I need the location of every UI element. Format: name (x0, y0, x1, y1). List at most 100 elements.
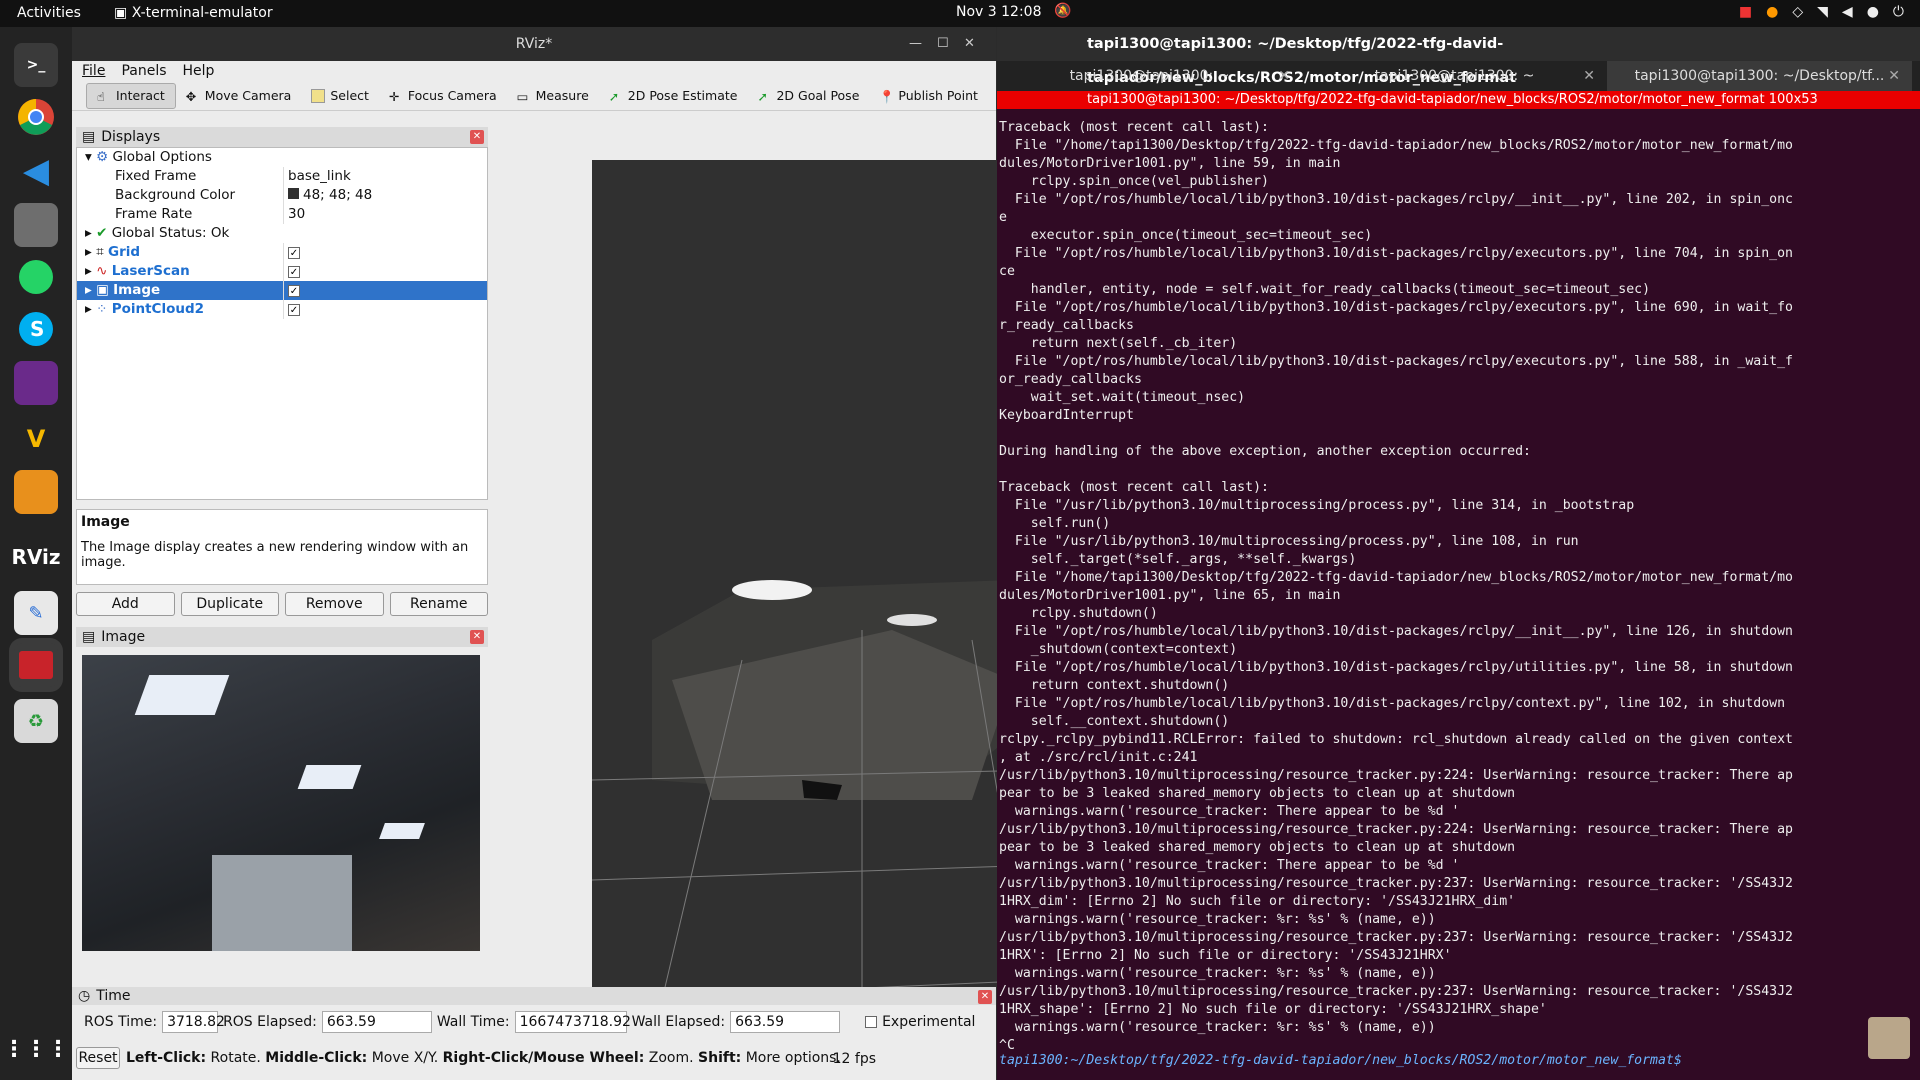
tree-row[interactable]: ▸ ⌗ Grid ✓ (77, 243, 487, 262)
tool-2d-goal-pose[interactable]: ➚ 2D Goal Pose (747, 83, 869, 109)
activities-button[interactable]: Activities (17, 5, 81, 21)
video-editor-icon[interactable] (14, 361, 58, 405)
time-panel-header: ◷ Time ✕ (72, 987, 996, 1005)
tool-2d-pose-estimate[interactable]: ➚ 2D Pose Estimate (599, 83, 748, 109)
mic-icon: ● (1866, 4, 1879, 20)
duplicate-button[interactable]: Duplicate (180, 592, 279, 616)
terminal-tab-active[interactable]: tapi1300@tapi1300: ~/Desktop/tf... ✕ (1607, 61, 1912, 91)
ros-time-field[interactable]: 3718.82 (162, 1011, 225, 1033)
rviz-titlebar[interactable]: RViz* — ☐ ✕ (72, 27, 996, 61)
hand-icon: ☝ (97, 88, 105, 104)
terminal-tab[interactable]: tapi1300@tapi1300: ~ ✕ (1302, 61, 1607, 91)
whatsapp-icon[interactable] (14, 255, 58, 299)
wall-time-field[interactable]: 1667473718.92 (514, 1011, 631, 1033)
experimental-checkbox[interactable] (865, 1016, 878, 1028)
text-editor-icon[interactable]: ✎ (14, 591, 58, 635)
tree-row[interactable]: ▾ ⚙ Global Options (77, 148, 487, 167)
tool-focus-camera[interactable]: ✛ Focus Camera (379, 83, 507, 109)
grid-checkbox[interactable]: ✓ (288, 247, 300, 259)
tool-measure[interactable]: ▭ Measure (507, 83, 599, 109)
tree-row[interactable]: ▸ ⁘ PointCloud2 ✓ (77, 300, 487, 319)
camera-icon: ■ (1738, 4, 1753, 20)
terminal-launcher-icon[interactable]: >_ (14, 43, 58, 87)
3d-viewport[interactable] (592, 160, 1044, 1000)
pin-icon: 📍 (879, 88, 895, 104)
tab-close-icon[interactable]: ✕ (1583, 61, 1595, 91)
help-hint: Left-Click: Rotate. Middle-Click: Move X… (126, 1050, 841, 1066)
tool-move-camera[interactable]: ✥ Move Camera (176, 83, 302, 109)
remove-button[interactable]: Remove (285, 592, 384, 616)
tree-row[interactable]: Frame Rate 30 (77, 205, 487, 224)
terminal-tabs: tapi1300@tapi1300: ~ ✕ tapi1300@tapi1300… (997, 61, 1920, 91)
tab-close-icon[interactable]: ✕ (1278, 61, 1290, 91)
menu-file[interactable]: File (82, 61, 105, 81)
tree-row-selected[interactable]: ▸ ▣ Image ✓ (77, 281, 487, 300)
time-fields: ROS Time: 3718.82 ROS Elapsed: 663.59 Wa… (84, 1011, 975, 1033)
displays-tree: ▾ ⚙ Global Options Fixed Frame base_link … (76, 147, 488, 500)
tool-interact[interactable]: ☝ Interact (86, 82, 176, 109)
menu-help[interactable]: Help (183, 61, 215, 81)
tree-row[interactable]: Fixed Frame base_link (77, 167, 487, 186)
image-checkbox[interactable]: ✓ (288, 285, 300, 297)
terminal-output[interactable]: Traceback (most recent call last): File … (999, 119, 1899, 1055)
display-buttons: Add Duplicate Remove Rename (76, 592, 488, 616)
tab-close-icon[interactable]: ✕ (1888, 61, 1900, 91)
rviz-title: RViz* (515, 36, 553, 52)
clock[interactable]: Nov 3 12:08 (956, 4, 1041, 20)
notification-muted-icon: 🔕 (1054, 3, 1072, 19)
calendar-icon[interactable] (14, 470, 58, 514)
files-icon[interactable] (14, 203, 58, 247)
show-apps-icon[interactable]: ⋮⋮⋮ (3, 1027, 69, 1071)
tool-bar: ☝ Interact ✥ Move Camera Select ✛ Focus Cam… (72, 81, 996, 111)
terminal-window: tapi1300@tapi1300: ~/Desktop/tfg/2022-tf… (997, 27, 1920, 1080)
menu-bar: File Panels Help (72, 61, 996, 81)
riscv-icon[interactable]: V (14, 417, 58, 461)
close-time-panel-icon[interactable]: ✕ (978, 990, 992, 1004)
time-panel: ◷ Time ✕ ROS Time: 3718.82 ROS Elapsed: 66… (72, 987, 996, 1080)
move-icon: ✥ (185, 88, 197, 104)
close-image-panel-icon[interactable]: ✕ (470, 630, 484, 644)
rviz-icon[interactable]: RViz (11, 535, 60, 579)
tree-row[interactable]: Background Color 48; 48; 48 (77, 186, 487, 205)
terminal-app-icon[interactable] (14, 643, 58, 687)
wall-elapsed-field[interactable]: 663.59 (730, 1011, 841, 1033)
laserscan-checkbox[interactable]: ✓ (288, 266, 300, 278)
displays-panel-header: ▤ Displays ✕ (76, 127, 488, 147)
tool-publish-point[interactable]: 📍 Publish Point (869, 83, 988, 109)
chrome-icon[interactable] (14, 95, 58, 139)
trash-icon[interactable]: ♻ (14, 699, 58, 743)
color-swatch (288, 188, 299, 199)
shell-prompt[interactable]: tapi1300:~/Desktop/tfg/2022-tfg-david-ta… (999, 1053, 1682, 1068)
panel-icon: ▤ (82, 129, 96, 145)
gear-icon: ⚙ (96, 149, 109, 165)
network-icon: ◇ (1792, 4, 1804, 20)
dock: >_ ◀ S V RViz ✎ ♻ ⋮⋮⋮ (0, 27, 72, 1080)
terminal-tab[interactable]: tapi1300@tapi1300: ~ ✕ (997, 61, 1302, 91)
ruler-icon: ▭ (516, 88, 529, 104)
add-button[interactable]: Add (76, 592, 175, 616)
minimize-icon[interactable]: — (909, 27, 922, 61)
close-icon[interactable]: ✕ (964, 27, 975, 61)
close-displays-icon[interactable]: ✕ (470, 130, 484, 144)
image-icon: ▣ (96, 282, 109, 298)
menu-panels[interactable]: Panels (121, 61, 166, 81)
vscode-icon[interactable]: ◀ (14, 149, 58, 193)
maximize-icon[interactable]: ☐ (937, 27, 949, 61)
pointcloud-icon: ⁘ (96, 301, 108, 317)
reset-button[interactable]: Reset (76, 1047, 120, 1069)
tree-row[interactable]: ▸ ✔ Global Status: Ok (77, 224, 487, 243)
hint-row: Reset Left-Click: Rotate. Middle-Click: … (76, 1047, 841, 1069)
description-text: The Image display creates a new renderin… (81, 540, 469, 570)
goal-arrow-icon: ➚ (757, 88, 768, 104)
terminal-titlebar[interactable]: tapi1300@tapi1300: ~/Desktop/tfg/2022-tf… (997, 27, 1920, 86)
rename-button[interactable]: Rename (389, 592, 488, 616)
system-tray[interactable]: ■ ● ◇ ◥ ◀ ● ⏻ (1739, 4, 1904, 20)
skype-icon[interactable]: S (14, 307, 58, 351)
description-title: Image (81, 514, 130, 530)
tool-select[interactable]: Select (301, 83, 379, 109)
select-icon (311, 88, 326, 103)
tree-row[interactable]: ▸ ∿ LaserScan ✓ (77, 262, 487, 281)
ros-elapsed-field[interactable]: 663.59 (321, 1011, 432, 1033)
pointcloud-checkbox[interactable]: ✓ (288, 304, 300, 316)
focused-app-label[interactable]: ▣ X-terminal-emulator (114, 5, 273, 21)
